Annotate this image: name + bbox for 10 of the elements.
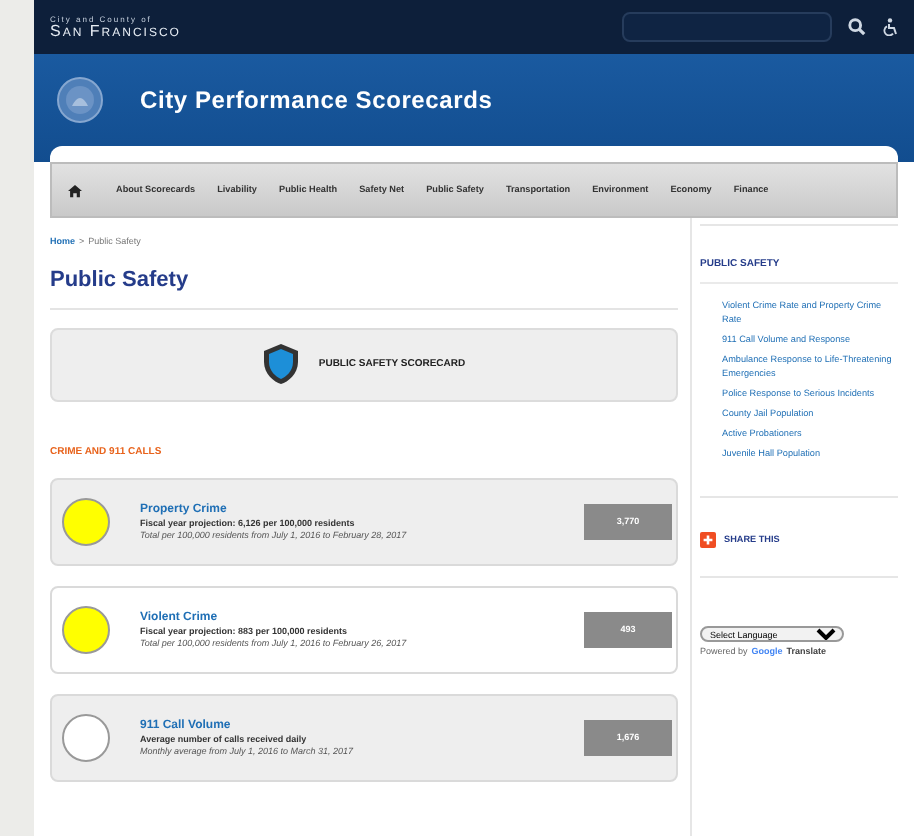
search-field[interactable] [622,12,832,42]
home-icon[interactable] [68,183,82,197]
org-name: San Francisco [50,23,181,39]
share-icon[interactable] [700,532,716,549]
shield-icon [262,342,301,387]
city-seal-icon[interactable] [56,76,104,124]
page-title: Public Safety [50,269,191,292]
search-icon[interactable] [848,18,866,36]
accessibility-icon[interactable] [882,18,898,36]
site-title: City Performance Scorecards [140,84,493,118]
